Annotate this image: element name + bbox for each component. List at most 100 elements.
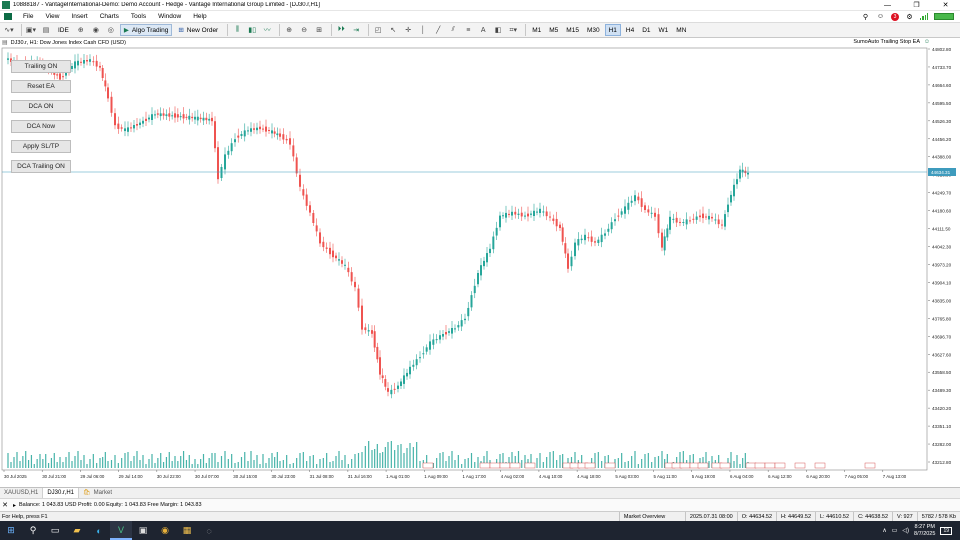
maximize-button[interactable]: ❐ bbox=[902, 0, 931, 11]
status-traffic: 5782 / 578 Kb bbox=[916, 511, 960, 522]
timeframe-m1[interactable]: M1 bbox=[529, 24, 544, 36]
app-menu-icon[interactable] bbox=[4, 13, 12, 20]
volume-bar bbox=[80, 460, 82, 468]
autoscroll-icon[interactable]: ⏵⏵ bbox=[335, 24, 347, 36]
chrome-icon[interactable]: ◉ bbox=[154, 521, 176, 540]
price-axis-label: 43558.50 bbox=[932, 370, 952, 375]
close-button[interactable]: ✕ bbox=[931, 0, 960, 11]
collapse-arrow-icon[interactable]: ▸ bbox=[10, 502, 19, 509]
ea-active-icon[interactable]: ☺ bbox=[924, 39, 930, 45]
crosshair-icon[interactable]: ✛ bbox=[402, 24, 414, 36]
screenshot-icon[interactable]: ◰ bbox=[372, 24, 384, 36]
menu-charts[interactable]: Charts bbox=[94, 13, 125, 20]
timeframe-h4[interactable]: H4 bbox=[623, 24, 637, 36]
timeframe-w1[interactable]: W1 bbox=[656, 24, 672, 36]
market-watch-icon[interactable]: ⊕ bbox=[75, 24, 87, 36]
dca-now-button[interactable]: DCA Now bbox=[11, 120, 71, 133]
dca-trailing-on-button[interactable]: DCA Trailing ON bbox=[11, 160, 71, 173]
chart-window[interactable]: 44802.80 44733.70 44664.60 44595.50 44526.30… bbox=[0, 38, 960, 487]
signal-strength-icon bbox=[920, 13, 928, 20]
apply-sl-tp-button[interactable]: Apply SL/TP bbox=[11, 140, 71, 153]
algo-trading-button[interactable]: ▶ Algo Trading bbox=[119, 24, 173, 36]
vertical-line-icon[interactable]: │ bbox=[417, 24, 429, 36]
tab-market[interactable]: 🛍 Market bbox=[79, 488, 116, 498]
notification-center-icon[interactable]: 19 bbox=[940, 526, 952, 535]
toolbox-panel: ✕ ▸ Balance: 1 043.83 USD Profit: 0.00 E… bbox=[0, 498, 960, 511]
shapes-icon[interactable]: ◧ bbox=[492, 24, 504, 36]
ide-button[interactable]: IDE bbox=[55, 24, 72, 36]
tray-expand-icon[interactable]: ∧ bbox=[882, 527, 886, 534]
volume-bar bbox=[154, 463, 156, 468]
timeframe-m15[interactable]: M15 bbox=[563, 24, 582, 36]
cursor-icon[interactable]: ↖ bbox=[387, 24, 399, 36]
file-explorer-icon[interactable]: ▰ bbox=[66, 521, 88, 540]
notification-badge[interactable]: 3 bbox=[891, 12, 899, 21]
market-overview-status[interactable]: Market Overview bbox=[618, 511, 685, 522]
timeframe-h1[interactable]: H1 bbox=[604, 24, 621, 36]
channel-icon[interactable]: ⫽ bbox=[447, 24, 459, 36]
volume-bar bbox=[457, 455, 459, 468]
tile-windows-icon[interactable]: ⊞ bbox=[313, 24, 325, 36]
settings-icon[interactable]: ⚙ bbox=[905, 13, 914, 21]
menu-window[interactable]: Window bbox=[152, 13, 187, 20]
tab-xauusd-h1[interactable]: XAUUSD,H1 bbox=[0, 488, 44, 498]
menu-help[interactable]: Help bbox=[187, 13, 212, 20]
text-tool-icon[interactable]: A bbox=[477, 24, 489, 36]
candlestick-icon[interactable]: ▮▯ bbox=[246, 24, 258, 36]
terminal-icon[interactable]: ▣ bbox=[132, 521, 154, 540]
candle-body bbox=[159, 113, 162, 117]
timeframe-m5[interactable]: M5 bbox=[546, 24, 561, 36]
new-order-button[interactable]: ⊞ New Order bbox=[175, 24, 221, 36]
menu-insert[interactable]: Insert bbox=[65, 13, 93, 20]
volume-bar bbox=[86, 464, 88, 468]
navigator-icon[interactable]: ◉ bbox=[90, 24, 102, 36]
dca-on-button[interactable]: DCA ON bbox=[11, 100, 71, 113]
tab-dj30-h1[interactable]: DJ30.r,H1 bbox=[43, 488, 80, 498]
volume-icon[interactable]: ◁) bbox=[902, 527, 909, 534]
candle-body bbox=[191, 116, 194, 119]
volume-bar bbox=[250, 451, 252, 468]
edge-browser-icon[interactable]: ◐ bbox=[88, 521, 110, 540]
volume-bar bbox=[145, 464, 147, 468]
trailing-on-button[interactable]: Trailing ON bbox=[11, 60, 71, 73]
chart-shift-icon[interactable]: ⇥ bbox=[350, 24, 362, 36]
line-chart-icon[interactable]: 〰 bbox=[261, 24, 273, 36]
settings-app-icon[interactable]: ◌ bbox=[198, 521, 220, 540]
zoom-in-icon[interactable]: ⊕ bbox=[283, 24, 295, 36]
minimize-button[interactable]: — bbox=[873, 0, 902, 11]
strategy-tester-icon[interactable]: ◎ bbox=[105, 24, 117, 36]
price-axis-label: 43212.80 bbox=[932, 460, 952, 465]
price-chart[interactable]: 44802.80 44733.70 44664.60 44595.50 44526.30… bbox=[0, 38, 960, 487]
menu-view[interactable]: View bbox=[39, 13, 65, 20]
candle-body bbox=[539, 208, 541, 213]
start-icon[interactable]: ⊞ bbox=[0, 521, 22, 540]
metatrader-icon[interactable]: V bbox=[110, 521, 132, 540]
timeframe-d1[interactable]: D1 bbox=[639, 24, 653, 36]
reset-ea-button[interactable]: Reset EA bbox=[11, 80, 71, 93]
bar-chart-icon[interactable]: ⫼ bbox=[231, 24, 243, 36]
candle-body bbox=[527, 213, 529, 217]
menu-tools[interactable]: Tools bbox=[125, 13, 152, 20]
store-icon[interactable]: ▦ bbox=[176, 521, 198, 540]
menu-file[interactable]: File bbox=[17, 13, 39, 20]
profiles-icon[interactable]: ▤ bbox=[40, 24, 52, 36]
candle-body bbox=[56, 74, 59, 76]
community-icon[interactable]: ☺ bbox=[876, 13, 885, 21]
search-icon[interactable]: ⚲ bbox=[22, 521, 44, 540]
fibonacci-icon[interactable]: ≡ bbox=[462, 24, 474, 36]
more-tools-icon[interactable]: ⌗▾ bbox=[507, 24, 519, 36]
search-icon[interactable]: ⚲ bbox=[861, 13, 870, 21]
zoom-out-icon[interactable]: ⊖ bbox=[298, 24, 310, 36]
clock[interactable]: 8:27 PM 8/7/2025 bbox=[914, 524, 935, 538]
timeframe-mn[interactable]: MN bbox=[673, 24, 689, 36]
new-chart-icon[interactable]: ▣▾ bbox=[25, 24, 37, 36]
chart-menu-icon[interactable]: ▤ bbox=[0, 39, 8, 46]
timeframe-m30[interactable]: M30 bbox=[584, 24, 603, 36]
candle-body bbox=[354, 281, 356, 288]
network-icon[interactable]: ▭ bbox=[892, 527, 898, 534]
trendline-icon[interactable]: ╱ bbox=[432, 24, 444, 36]
toolbox-close-icon[interactable]: ✕ bbox=[0, 501, 10, 509]
chart-type-icon[interactable]: ∿▾ bbox=[3, 24, 15, 36]
candle-body bbox=[145, 118, 147, 121]
task-view-icon[interactable]: ▭ bbox=[44, 521, 66, 540]
